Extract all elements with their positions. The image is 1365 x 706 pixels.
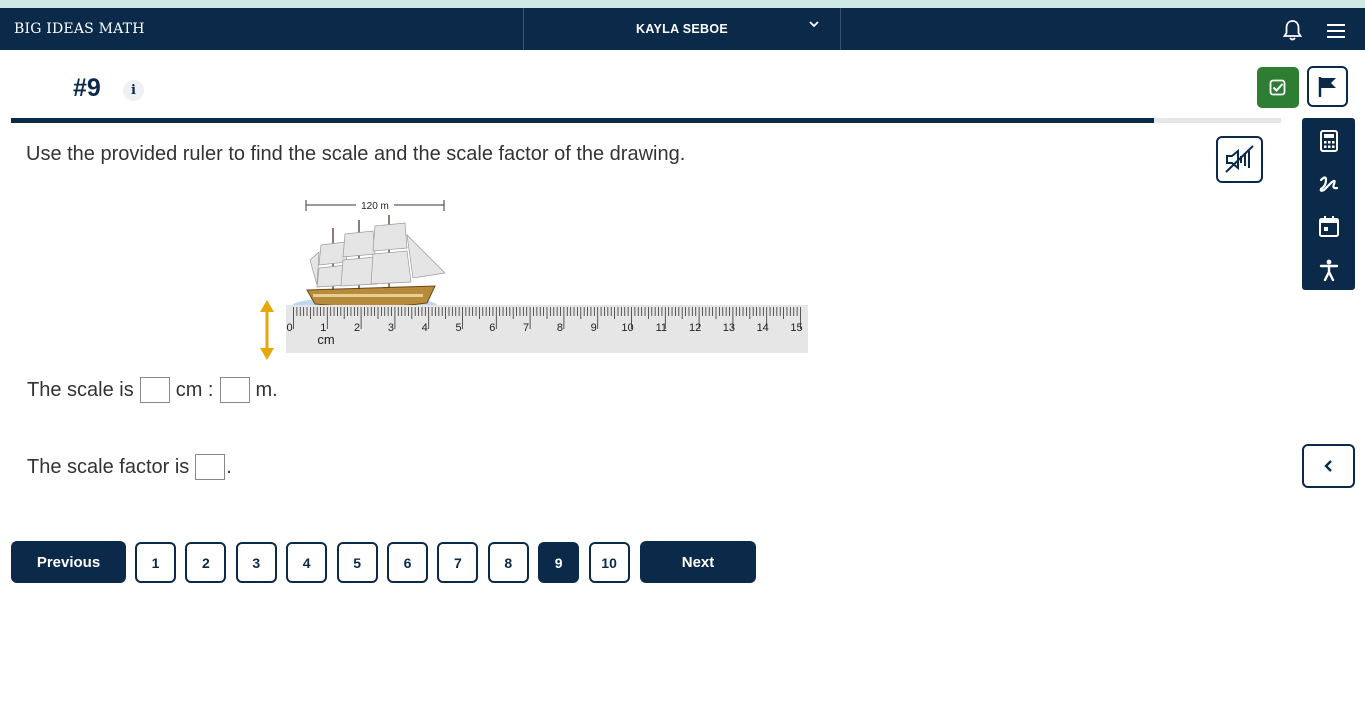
- factor-prefix: The scale factor is: [27, 455, 190, 478]
- ruler-number: 12: [689, 322, 701, 334]
- scale-cm-input[interactable]: [139, 377, 170, 403]
- ruler-number: 5: [455, 322, 461, 334]
- page-button-2[interactable]: 2: [185, 542, 227, 583]
- ship-ruler-figure: 120 m 0 1 2 3 4 5 6 7 8 9 10 11 12 13 14 15 cm: [260, 200, 808, 360]
- calendar-icon: [1318, 216, 1339, 237]
- ruler-number: 0: [286, 322, 292, 334]
- scale-m-input[interactable]: [219, 377, 250, 403]
- scale-factor-statement: The scale factor is .: [27, 454, 232, 480]
- app-header: BIG IDEAS MATH KAYLA SEBOE: [0, 8, 1365, 50]
- page-button-8[interactable]: 8: [487, 542, 529, 583]
- menu-icon[interactable]: [1327, 24, 1345, 38]
- ruler-number: 3: [388, 322, 394, 334]
- flag-button[interactable]: [1307, 66, 1348, 107]
- page-button-4[interactable]: 4: [286, 542, 328, 583]
- ruler-number: 6: [489, 322, 495, 334]
- progress-bar: [11, 118, 1281, 123]
- bell-icon[interactable]: [1282, 19, 1303, 41]
- page-button-5[interactable]: 5: [336, 542, 378, 583]
- ruler-number: 2: [354, 322, 360, 334]
- ruler-number: 8: [557, 322, 563, 334]
- sketch-icon: [1319, 175, 1338, 192]
- info-button[interactable]: i: [123, 80, 144, 101]
- scale-suffix: m.: [255, 378, 278, 401]
- ruler-unit-label: cm: [317, 332, 334, 347]
- scale-statement: The scale is cm : m.: [27, 377, 278, 403]
- accessibility-button[interactable]: [1302, 248, 1355, 291]
- ruler-number: 10: [621, 322, 633, 334]
- ruler-number: 4: [422, 322, 428, 334]
- user-menu[interactable]: KAYLA SEBOE: [523, 8, 841, 50]
- dimension-label: 120 m: [361, 201, 389, 212]
- audio-button[interactable]: [1216, 136, 1263, 183]
- progress-fill: [11, 118, 1154, 123]
- chevron-down-icon: [809, 21, 819, 28]
- page-button-10[interactable]: 10: [588, 542, 630, 583]
- page-button-9[interactable]: 9: [538, 542, 580, 583]
- page-button-3[interactable]: 3: [235, 542, 277, 583]
- previous-button[interactable]: Previous: [11, 541, 126, 583]
- scale-mid: cm :: [175, 378, 214, 401]
- page-button-1[interactable]: 1: [135, 542, 176, 583]
- flag-icon: [1318, 77, 1336, 97]
- page-button-7[interactable]: 7: [437, 542, 479, 583]
- scale-prefix: The scale is: [27, 378, 134, 401]
- speaker-muted-icon: [1225, 145, 1254, 173]
- question-prompt: Use the provided ruler to find the scale…: [26, 143, 686, 165]
- next-button[interactable]: Next: [640, 541, 756, 583]
- factor-suffix: .: [226, 455, 232, 478]
- scale-factor-input[interactable]: [195, 454, 226, 480]
- brand-logo[interactable]: BIG IDEAS MATH: [14, 21, 145, 37]
- ruler-number: 13: [723, 322, 735, 334]
- expand-panel-button[interactable]: [1302, 444, 1355, 488]
- ruler-number: 9: [591, 322, 597, 334]
- tool-panel: [1302, 118, 1355, 290]
- calculator-icon: [1319, 129, 1338, 152]
- top-accent-strip: [0, 0, 1365, 8]
- ship-illustration: [293, 215, 446, 313]
- check-icon: [1269, 79, 1286, 96]
- check-answer-button[interactable]: [1257, 67, 1299, 108]
- user-name: KAYLA SEBOE: [636, 22, 728, 36]
- accessibility-icon: [1319, 259, 1338, 281]
- page-button-6[interactable]: 6: [387, 542, 428, 583]
- ruler-number: 7: [523, 322, 529, 334]
- sketch-button[interactable]: [1302, 162, 1355, 205]
- question-number: #9: [73, 74, 101, 102]
- ruler-number: 14: [757, 322, 769, 334]
- ruler-number: 15: [790, 322, 802, 334]
- double-arrow-icon: [260, 300, 274, 360]
- calculator-button[interactable]: [1302, 119, 1355, 162]
- chevron-left-icon: [1323, 460, 1332, 472]
- calendar-button[interactable]: [1302, 205, 1355, 248]
- ruler-number: 11: [656, 322, 667, 334]
